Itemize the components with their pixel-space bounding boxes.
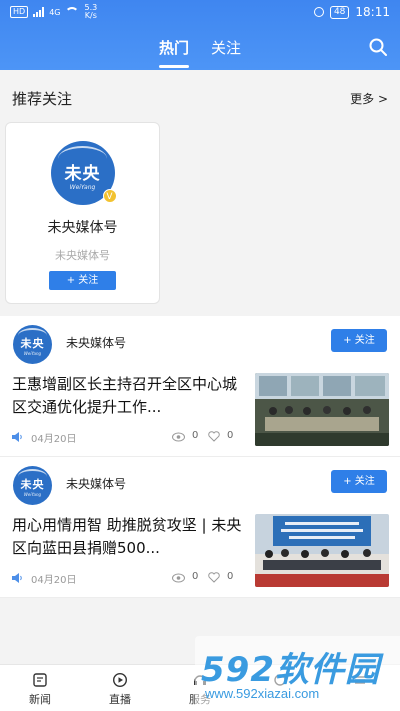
view-count: 0: [192, 571, 199, 582]
avatar: 未央 WeiYang V: [50, 141, 117, 205]
verified-icon: V: [102, 189, 117, 203]
like-count: 0: [227, 571, 234, 582]
signal-icon: [33, 7, 45, 17]
nav-live-label: 直播: [109, 693, 131, 706]
card-subtitle: 未央媒体号: [55, 249, 110, 262]
logo-en: WeiYang: [23, 492, 42, 498]
recommended-card[interactable]: 未央 WeiYang V 未央媒体号 未央媒体号 + 关注: [5, 122, 160, 304]
network-type: 4G: [49, 7, 61, 17]
article-title[interactable]: 王惠增副区长主持召开全区中心城区交通优化提升工作...: [12, 373, 244, 419]
logo-en: WeiYang: [69, 183, 96, 191]
wifi-icon: [65, 7, 80, 17]
nav-live[interactable]: 直播: [90, 672, 150, 707]
card-name: 未央媒体号: [47, 220, 118, 236]
watermark: 592软件园 www.592xiazai.com: [195, 636, 400, 711]
nav-news[interactable]: 新闻: [10, 672, 70, 707]
follow-button[interactable]: + 关注: [331, 329, 387, 352]
heart-icon[interactable]: [208, 431, 220, 442]
speaker-icon[interactable]: [12, 432, 23, 442]
more-link[interactable]: 更多 >: [350, 90, 388, 107]
meeting-photo-thumbnail[interactable]: [255, 373, 389, 446]
eye-icon: [172, 573, 185, 583]
publish-date: 04月20日: [31, 575, 77, 586]
watermark-brand: 592软件园: [201, 650, 380, 690]
weiyang-logo-icon: 未央 WeiYang: [13, 325, 52, 364]
top-header: HD 4G 5.3 K/s 48 18:11 热门 关注: [0, 0, 400, 70]
main-tabs: 热门 关注: [0, 24, 400, 70]
logo-en: WeiYang: [23, 351, 42, 357]
alarm-icon: [313, 7, 324, 17]
donation-ceremony-thumbnail[interactable]: [255, 514, 389, 587]
weiyang-logo-icon: 未央 WeiYang: [13, 466, 52, 505]
network-badge: HD: [10, 6, 29, 18]
status-bar: HD 4G 5.3 K/s 48 18:11: [0, 0, 400, 24]
speaker-icon[interactable]: [12, 573, 23, 583]
search-icon[interactable]: [368, 37, 388, 57]
publish-date: 04月20日: [31, 434, 77, 445]
heart-icon[interactable]: [208, 572, 220, 583]
article-title[interactable]: 用心用情用智 助推脱贫攻坚 | 未央区向蓝田县捐赠500...: [12, 514, 244, 560]
view-count: 0: [192, 430, 199, 441]
feed-item[interactable]: 未央 WeiYang 未央媒体号 + 关注 用心用情用智 助推脱贫攻坚 | 未央…: [0, 457, 400, 598]
recommended-title: 推荐关注: [12, 89, 73, 108]
article-meta: 04月20日 0 0: [12, 430, 242, 445]
author-name[interactable]: 未央媒体号: [66, 334, 126, 351]
tab-follow[interactable]: 关注: [211, 31, 241, 64]
eye-icon: [172, 432, 185, 442]
avatar[interactable]: 未央 WeiYang: [13, 466, 52, 505]
net-speed: 5.3 K/s: [84, 4, 97, 20]
net-speed-unit: K/s: [84, 11, 97, 20]
watermark-url: www.592xiazai.com: [205, 686, 320, 701]
nav-news-label: 新闻: [29, 693, 51, 706]
live-icon: [112, 672, 128, 688]
card-follow-button[interactable]: + 关注: [49, 271, 116, 290]
recommended-section: 推荐关注 更多 > 未央 WeiYang V 未央媒体号 未央媒体号 + 关注: [0, 74, 400, 314]
like-count: 0: [227, 430, 234, 441]
clock: 18:11: [355, 5, 390, 19]
battery-indicator: 48: [329, 5, 350, 19]
feed-item[interactable]: 未央 WeiYang 未央媒体号 + 关注 王惠增副区长主持召开全区中心城区交通…: [0, 316, 400, 457]
news-icon: [33, 673, 47, 687]
follow-button[interactable]: + 关注: [331, 470, 387, 493]
author-name[interactable]: 未央媒体号: [66, 475, 126, 492]
avatar[interactable]: 未央 WeiYang: [13, 325, 52, 364]
article-meta: 04月20日 0 0: [12, 571, 242, 586]
news-feed: 未央 WeiYang 未央媒体号 + 关注 王惠增副区长主持召开全区中心城区交通…: [0, 316, 400, 598]
tab-hot[interactable]: 热门: [158, 31, 189, 68]
